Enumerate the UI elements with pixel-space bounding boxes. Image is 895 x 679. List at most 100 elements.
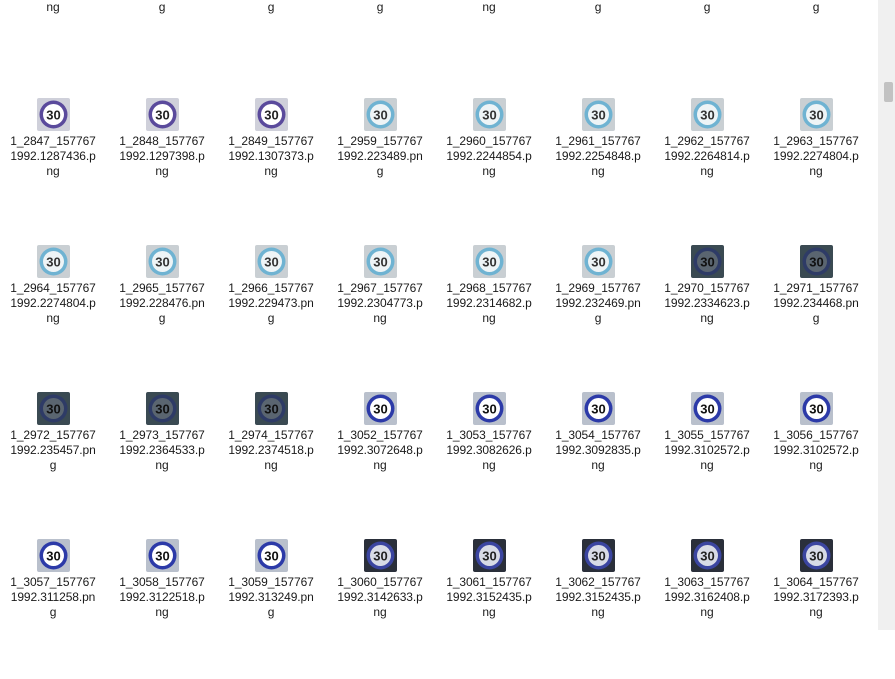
thumbnail-speed-limit-30-icon: 30 (800, 245, 833, 278)
file-name-label: 1_2972_157767 1992.235457.pn g (10, 428, 96, 472)
file-name-label: 1_2961_157767 1992.2254848.p ng (555, 134, 641, 178)
file-item[interactable]: 30 1_2961_157767 1992.2254848.p ng (545, 98, 651, 238)
file-name-label: 1992.1277075.p ng (46, 0, 60, 14)
file-name-label: 1_3061_157767 1992.3152435.p ng (446, 575, 532, 619)
file-item[interactable]: 30 1_2964_157767 1992.2274804.p ng (0, 245, 106, 385)
thumbnail-speed-limit-30-icon: 30 (800, 539, 833, 572)
sign-number: 30 (46, 108, 60, 123)
sign-number: 30 (373, 402, 387, 417)
thumbnail-speed-limit-30-icon: 30 (255, 539, 288, 572)
thumbnail-speed-limit-30-icon: 30 (691, 539, 724, 572)
file-name-label: 1992.1307373.pn g (376, 0, 384, 14)
file-item[interactable]: 30 1_2971_157767 1992.234468.pn g (763, 245, 869, 385)
sign-number: 30 (482, 402, 496, 417)
file-name-label: 1_2971_157767 1992.234468.pn g (773, 281, 859, 325)
file-name-label: 1_2967_157767 1992.2304773.p ng (337, 281, 423, 325)
file-name-label: 1_3053_157767 1992.3082626.p ng (446, 428, 532, 472)
file-item[interactable]: 1992.2254848.pn g (654, 0, 760, 20)
file-item[interactable]: 1992.1307373.pn g (327, 0, 433, 20)
file-item[interactable]: 30 1_3061_157767 1992.3152435.p ng (436, 539, 542, 679)
sign-number: 30 (46, 402, 60, 417)
file-name-label: 1_2847_157767 1992.1287436.p ng (10, 134, 96, 178)
file-item[interactable]: 30 1_2967_157767 1992.2304773.p ng (327, 245, 433, 385)
file-name-label: 1_2962_157767 1992.2264814.p ng (664, 134, 750, 178)
file-item[interactable]: 1992.1277075.p ng (0, 0, 106, 20)
thumbnail-speed-limit-30-icon: 30 (364, 98, 397, 131)
file-name-label: 1_2970_157767 1992.2334623.p ng (664, 281, 750, 325)
file-item[interactable]: 30 1_3063_157767 1992.3162408.p ng (654, 539, 760, 679)
file-item[interactable]: 1992.1287436.pn g (109, 0, 215, 20)
file-item[interactable]: 30 1_3064_157767 1992.3172393.p ng (763, 539, 869, 679)
thumbnail-speed-limit-30-icon: 30 (255, 392, 288, 425)
file-item[interactable]: 30 1_2962_157767 1992.2264814.p ng (654, 98, 760, 238)
file-item[interactable]: 30 1_3053_157767 1992.3082626.p ng (436, 392, 542, 532)
file-item[interactable]: 1992.1297373.pn g (218, 0, 324, 20)
sign-number: 30 (155, 255, 169, 270)
file-item[interactable]: 30 1_3058_157767 1992.3122518.p ng (109, 539, 215, 679)
file-item[interactable]: 30 1_2849_157767 1992.1307373.p ng (218, 98, 324, 238)
file-name-label: 1_2968_157767 1992.2314682.p ng (446, 281, 532, 325)
file-item[interactable]: 1992.2244854.pn g (545, 0, 651, 20)
sign-number: 30 (155, 549, 169, 564)
file-item[interactable]: 30 1_2974_157767 1992.2374518.p ng (218, 392, 324, 532)
thumbnail-speed-limit-30-icon: 30 (582, 98, 615, 131)
file-item[interactable]: 30 1_2848_157767 1992.1297398.p ng (109, 98, 215, 238)
file-item[interactable]: 30 1_3057_157767 1992.311258.pn g (0, 539, 106, 679)
file-item[interactable]: 30 1_3055_157767 1992.3102572.p ng (654, 392, 760, 532)
file-item[interactable]: 30 1_3052_157767 1992.3072648.p ng (327, 392, 433, 532)
file-item[interactable]: 30 1_2968_157767 1992.2314682.p ng (436, 245, 542, 385)
file-item[interactable]: 30 1_2973_157767 1992.2364533.p ng (109, 392, 215, 532)
file-item[interactable]: 30 1_2970_157767 1992.2334623.p ng (654, 245, 760, 385)
sign-number: 30 (591, 108, 605, 123)
file-name-label: 1_2966_157767 1992.229473.pn g (228, 281, 314, 325)
file-name-label: 1992.1287436.pn g (158, 0, 166, 14)
file-name-label: 1_2959_157767 1992.223489.pn g (337, 134, 423, 178)
sign-number: 30 (482, 549, 496, 564)
file-name-label: 1992.2254848.pn g (703, 0, 711, 14)
file-item[interactable]: 30 1_3056_157767 1992.3102572.p ng (763, 392, 869, 532)
thumbnail-speed-limit-30-icon: 30 (691, 392, 724, 425)
file-item[interactable]: 30 1_2959_157767 1992.223489.pn g (327, 98, 433, 238)
file-name-label: 1_2965_157767 1992.228476.pn g (119, 281, 205, 325)
file-item[interactable]: 1992.2234896.p ng (436, 0, 542, 20)
sign-number: 30 (700, 108, 714, 123)
file-item[interactable]: 30 1_3060_157767 1992.3142633.p ng (327, 539, 433, 679)
file-item[interactable]: 30 1_3059_157767 1992.313249.pn g (218, 539, 324, 679)
scrollbar-thumb[interactable] (884, 82, 893, 102)
sign-number: 30 (591, 549, 605, 564)
file-item[interactable]: 30 1_3062_157767 1992.3152435.p ng (545, 539, 651, 679)
sign-number: 30 (700, 255, 714, 270)
file-item[interactable]: 30 1_2847_157767 1992.1287436.p ng (0, 98, 106, 238)
sign-number: 30 (264, 255, 278, 270)
file-name-label: 1_2848_157767 1992.1297398.p ng (119, 134, 205, 178)
thumbnail-speed-limit-30-icon: 30 (37, 539, 70, 572)
file-name-label: 1_3054_157767 1992.3092835.p ng (555, 428, 641, 472)
file-item[interactable]: 30 1_2972_157767 1992.235457.pn g (0, 392, 106, 532)
file-item[interactable]: 30 1_3054_157767 1992.3092835.p ng (545, 392, 651, 532)
file-item[interactable]: 1992.2264814.pn g (763, 0, 869, 20)
thumbnail-speed-limit-30-icon: 30 (255, 98, 288, 131)
file-item[interactable]: 30 1_2969_157767 1992.232469.pn g (545, 245, 651, 385)
thumbnail-speed-limit-30-icon: 30 (691, 245, 724, 278)
file-item[interactable]: 30 1_2965_157767 1992.228476.pn g (109, 245, 215, 385)
file-name-label: 1_2963_157767 1992.2274804.p ng (773, 134, 859, 178)
file-item[interactable]: 30 1_2963_157767 1992.2274804.p ng (763, 98, 869, 238)
thumbnail-speed-limit-30-icon: 30 (146, 245, 179, 278)
sign-number: 30 (482, 108, 496, 123)
sign-number: 30 (809, 108, 823, 123)
sign-number: 30 (373, 549, 387, 564)
sign-number: 30 (700, 402, 714, 417)
sign-number: 30 (46, 255, 60, 270)
sign-number: 30 (264, 402, 278, 417)
sign-number: 30 (591, 402, 605, 417)
file-item[interactable]: 30 1_2966_157767 1992.229473.pn g (218, 245, 324, 385)
sign-number: 30 (700, 549, 714, 564)
thumbnail-speed-limit-30-icon: 30 (582, 392, 615, 425)
file-name-label: 1992.1297373.pn g (267, 0, 275, 14)
file-item[interactable]: 30 1_2960_157767 1992.2244854.p ng (436, 98, 542, 238)
thumbnail-speed-limit-30-icon: 30 (37, 245, 70, 278)
thumbnail-speed-limit-30-icon: 30 (473, 245, 506, 278)
file-name-label: 1_3057_157767 1992.311258.pn g (10, 575, 96, 619)
sign-number: 30 (373, 255, 387, 270)
vertical-scrollbar[interactable] (878, 0, 895, 630)
